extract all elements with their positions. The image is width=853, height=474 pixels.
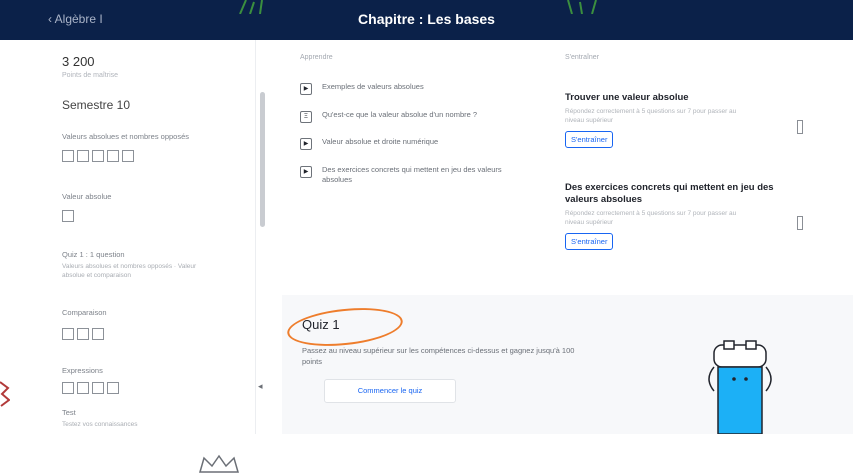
start-quiz-button[interactable]: Commencer le quiz	[324, 379, 456, 403]
skill-square[interactable]	[122, 150, 134, 162]
skill-square[interactable]	[62, 210, 74, 222]
skill-squares	[62, 210, 74, 222]
practice-title: Des exercices concrets qui mettent en je…	[565, 182, 774, 205]
sidebar-lesson-label[interactable]: Valeur absolue	[62, 192, 111, 201]
lesson-item-label: Qu'est-ce que la valeur absolue d'un nom…	[322, 110, 478, 119]
practice-card: Des exercices concrets qui mettent en je…	[565, 182, 805, 250]
article-icon: Ξ	[300, 111, 312, 123]
lesson-item-label: Valeur absolue et droite numérique	[322, 137, 439, 146]
play-icon: ▶	[300, 83, 312, 95]
collapse-arrow-icon[interactable]: ◂	[258, 381, 263, 392]
leaf-decoration-icon	[239, 0, 263, 14]
sidebar-test-label[interactable]: Test	[62, 408, 76, 417]
mastery-icon	[797, 120, 803, 134]
sidebar-quiz-sub: Valeurs absolues et nombres opposés · Va…	[62, 263, 197, 279]
practice-heading: S'entraîner	[565, 54, 600, 61]
skill-square[interactable]	[77, 150, 89, 162]
sidebar: 3 200 Points de maîtrise Semestre 10 Val…	[10, 40, 265, 473]
unit-title[interactable]: Semestre 10	[62, 98, 130, 112]
top-bar: ‹ Algèbre I Chapitre : Les bases	[0, 0, 853, 40]
leaf-decoration-icon	[567, 0, 597, 14]
sidebar-lesson-label[interactable]: Expressions	[62, 366, 103, 375]
sidebar-lesson-label[interactable]: Valeurs absolues et nombres opposés	[62, 132, 189, 141]
sidebar-scrollbar[interactable]	[260, 92, 265, 227]
lesson-item-video[interactable]: ▶ Exemples de valeurs absolues	[300, 82, 532, 95]
main-content: Apprendre S'entraîner ▶ Exemples de vale…	[270, 40, 853, 434]
quiz-description: Passez au niveau supérieur sur les compé…	[302, 346, 575, 366]
mastery-points-label: Points de maîtrise	[62, 72, 119, 79]
mastery-icon	[797, 216, 803, 230]
sidebar-test-sub: Testez vos connaissances	[62, 421, 138, 428]
crown-icon	[199, 454, 239, 473]
play-icon: ▶	[300, 166, 312, 178]
practice-button[interactable]: S'entraîner	[565, 233, 614, 250]
lesson-item-video[interactable]: ▶ Valeur absolue et droite numérique	[300, 137, 532, 150]
practice-title: Trouver une valeur absolue	[565, 92, 689, 103]
lesson-item-article[interactable]: Ξ Qu'est-ce que la valeur absolue d'un n…	[300, 110, 532, 123]
skill-square[interactable]	[107, 150, 119, 162]
practice-button[interactable]: S'entraîner	[565, 131, 614, 148]
practice-desc: Répondez correctement à 5 questions sur …	[565, 108, 737, 124]
skill-squares	[62, 382, 119, 394]
skill-square[interactable]	[62, 328, 74, 340]
skill-squares	[62, 328, 104, 340]
skill-square[interactable]	[62, 382, 74, 394]
skill-square[interactable]	[92, 328, 104, 340]
skill-square[interactable]	[92, 150, 104, 162]
skill-squares	[62, 150, 134, 162]
sidebar-lesson-label[interactable]: Comparaison	[62, 308, 107, 317]
skill-square[interactable]	[77, 328, 89, 340]
sidebar-quiz-label[interactable]: Quiz 1 : 1 question	[62, 250, 125, 259]
practice-card: Trouver une valeur absolue Répondez corr…	[565, 92, 805, 148]
quiz-mascot-icon	[708, 340, 772, 434]
quiz-section: Quiz 1 Passez au niveau supérieur sur le…	[282, 295, 853, 434]
skill-square[interactable]	[77, 382, 89, 394]
skill-square[interactable]	[92, 382, 104, 394]
practice-desc: Répondez correctement à 5 questions sur …	[565, 210, 737, 226]
play-icon: ▶	[300, 138, 312, 150]
lesson-item-label: Des exercices concrets qui mettent en je…	[322, 165, 502, 184]
skill-square[interactable]	[62, 150, 74, 162]
page-title: Chapitre : Les bases	[358, 11, 495, 27]
mastery-points: 3 200	[62, 54, 95, 69]
lesson-item-label: Exemples de valeurs absolues	[322, 82, 424, 91]
quiz-title: Quiz 1	[302, 317, 340, 332]
skill-square[interactable]	[107, 382, 119, 394]
leaf-decoration-icon	[0, 381, 10, 407]
learn-heading: Apprendre	[300, 54, 333, 61]
lesson-item-video[interactable]: ▶ Des exercices concrets qui mettent en …	[300, 165, 532, 185]
